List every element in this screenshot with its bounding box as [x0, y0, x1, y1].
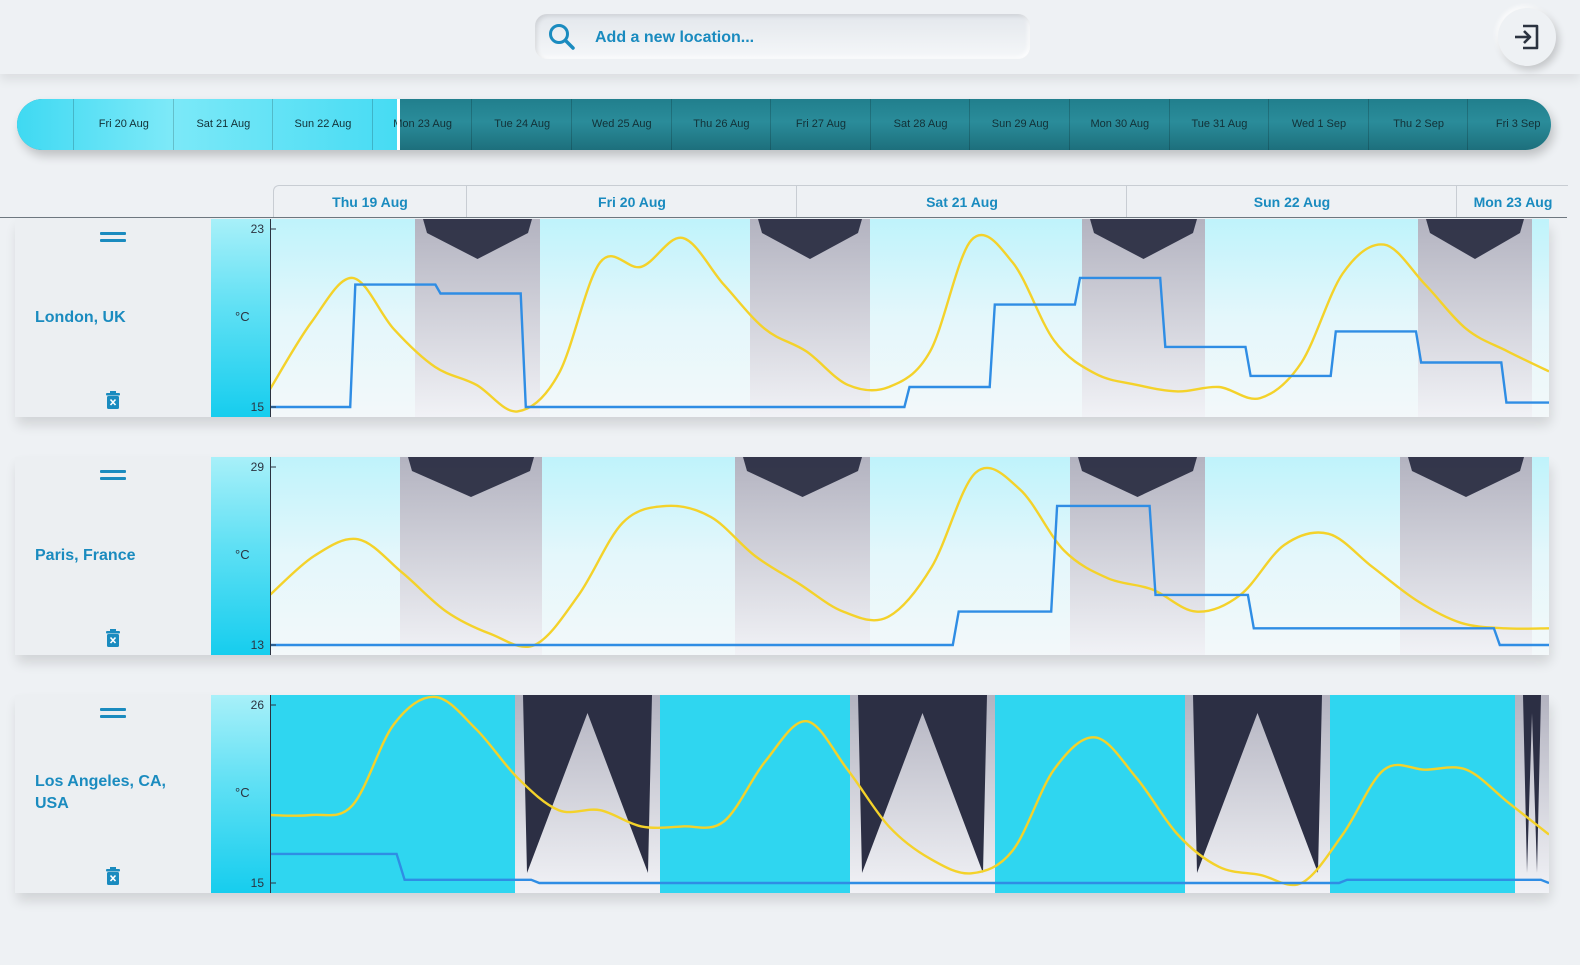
date-strip-day[interactable]: Fri 20 Aug — [73, 99, 174, 150]
day-header-label: Mon 23 Aug — [1456, 186, 1569, 218]
date-strip-day[interactable]: Mon 30 Aug — [1069, 99, 1170, 150]
date-strip-day[interactable]: Wed 25 Aug — [571, 99, 672, 150]
date-strip-day[interactable]: Thu 2 Sep — [1367, 99, 1469, 150]
axis-unit-label: °C — [235, 785, 250, 800]
date-strip-day[interactable]: Tue 31 Aug — [1168, 99, 1270, 150]
axis-max-label: 23 — [250, 222, 264, 236]
axis-max-label: 29 — [250, 460, 264, 474]
top-bar — [0, 0, 1580, 74]
day-header-label: Fri 20 Aug — [466, 186, 797, 218]
temperature-axis: 29 °C 13 — [211, 457, 270, 655]
search-input[interactable] — [593, 14, 1017, 61]
weather-chart[interactable] — [270, 695, 1549, 893]
date-strip-day[interactable]: Fri 27 Aug — [770, 99, 871, 150]
weather-chart[interactable] — [270, 219, 1549, 417]
axis-min-label: 15 — [250, 400, 264, 414]
header-divider — [0, 217, 1567, 218]
delete-icon[interactable] — [106, 629, 120, 647]
delete-icon[interactable] — [106, 867, 120, 885]
axis-max-label: 26 — [250, 698, 264, 712]
day-header-label: Sun 22 Aug — [1126, 186, 1457, 218]
weather-chart[interactable] — [270, 457, 1549, 655]
current-time-marker[interactable] — [397, 99, 400, 150]
location-card: Los Angeles, CA, USA 26 °C 15 — [15, 695, 1549, 893]
location-sidebar: London, UK — [15, 219, 211, 417]
date-strip-day[interactable]: Sat 21 Aug — [172, 99, 274, 150]
axis-unit-label: °C — [235, 309, 250, 324]
location-sidebar: Los Angeles, CA, USA — [15, 695, 211, 893]
date-strip-day[interactable]: Thu 26 Aug — [670, 99, 772, 150]
drag-handle-icon[interactable] — [100, 231, 126, 245]
date-strip-day[interactable]: Sat 28 Aug — [869, 99, 971, 150]
logout-button[interactable] — [1498, 8, 1556, 66]
search-box[interactable] — [535, 14, 1030, 61]
date-strip-day[interactable]: Sun 29 Aug — [969, 99, 1070, 150]
location-sidebar: Paris, France — [15, 457, 211, 655]
location-name: Los Angeles, CA, USA — [35, 773, 166, 812]
date-strip-day[interactable]: Wed 1 Sep — [1268, 99, 1369, 150]
temperature-axis: 23 °C 15 — [211, 219, 270, 417]
day-header-row: Thu 19 Aug Fri 20 Aug Sat 21 Aug Sun 22 Aug… — [273, 185, 1568, 218]
location-name: Paris, France — [35, 547, 136, 564]
night-band — [1515, 695, 1549, 893]
day-header-label: Thu 19 Aug — [332, 194, 408, 210]
drag-handle-icon[interactable] — [100, 707, 126, 721]
search-icon[interactable] — [547, 22, 577, 52]
location-card: London, UK 23 °C 15 — [15, 219, 1549, 417]
date-range-strip[interactable]: Fri 20 Aug Sat 21 Aug Sun 22 Aug Mon 23 Aug… — [17, 99, 1551, 150]
day-header-label: Sat 21 Aug — [796, 186, 1127, 218]
axis-unit-label: °C — [235, 547, 250, 562]
drag-handle-icon[interactable] — [100, 469, 126, 483]
location-card: Paris, France 29 °C 13 — [15, 457, 1549, 655]
temperature-axis: 26 °C 15 — [211, 695, 270, 893]
axis-min-label: 13 — [250, 638, 264, 652]
delete-icon[interactable] — [106, 391, 120, 409]
date-strip-day[interactable]: Mon 23 Aug — [371, 99, 473, 150]
location-name: London, UK — [35, 309, 126, 326]
date-strip-day[interactable]: Sun 22 Aug — [272, 99, 373, 150]
axis-min-label: 15 — [250, 876, 264, 890]
logout-icon — [1515, 24, 1539, 50]
date-strip-day[interactable]: Fri 3 Sep — [1467, 99, 1551, 150]
date-strip-day[interactable]: Tue 24 Aug — [471, 99, 572, 150]
